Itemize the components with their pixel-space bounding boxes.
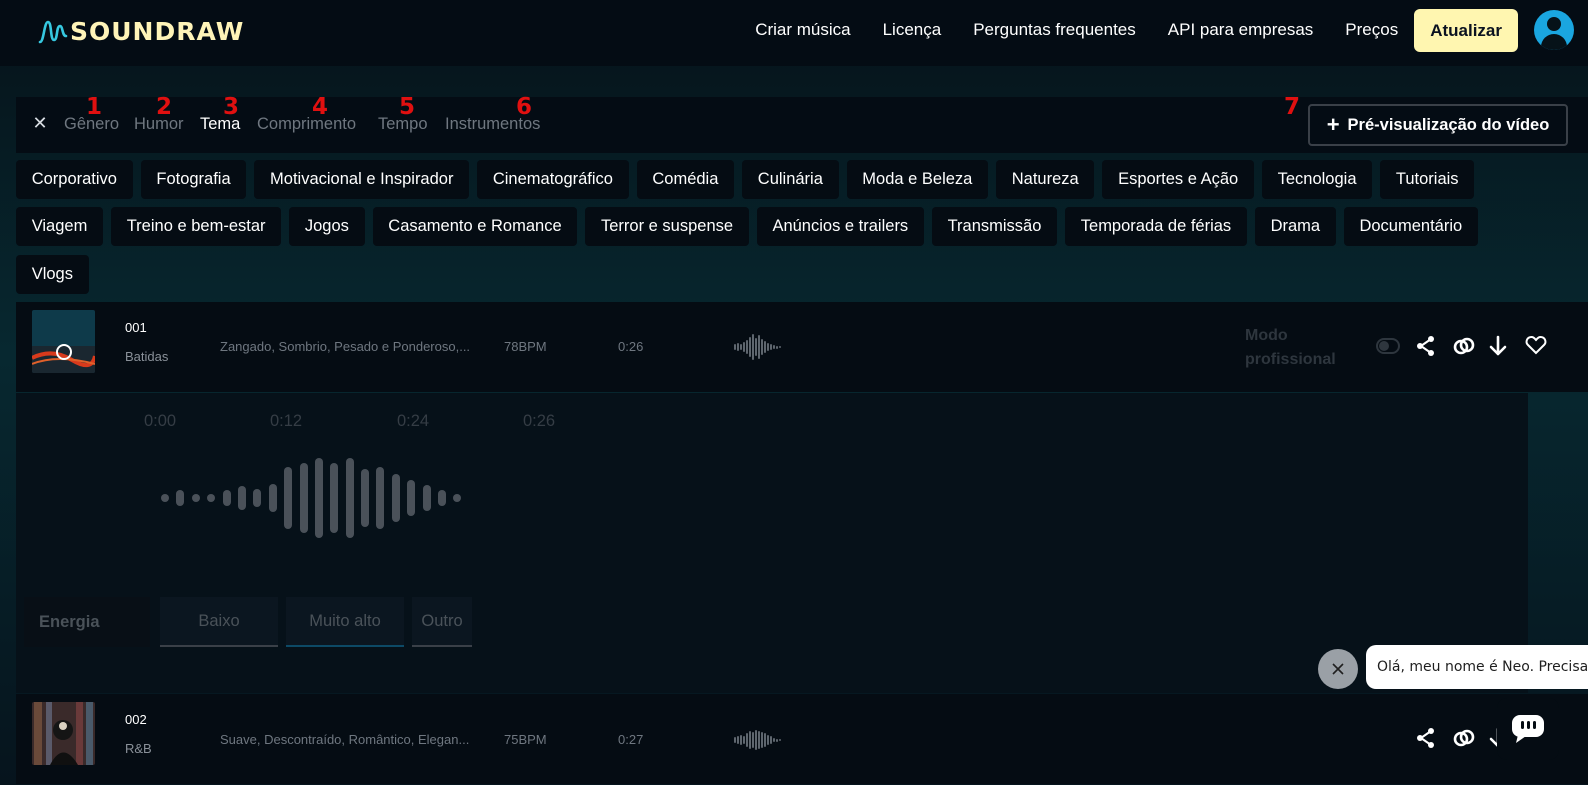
soundraw-logo-icon [38,20,68,44]
theme-chip[interactable]: Tutoriais [1380,160,1475,199]
heart-icon[interactable] [1524,333,1548,357]
theme-chip[interactable]: Transmissão [931,207,1058,246]
tab-theme[interactable]: Tema [200,115,240,134]
tab-genre[interactable]: Gênero [64,115,119,134]
theme-chip[interactable]: Fotografia [140,160,247,199]
theme-chip[interactable]: Casamento e Romance [372,207,578,246]
theme-chip[interactable]: Corporativo [16,160,133,199]
tab-mood[interactable]: Humor [134,115,184,134]
user-avatar-icon[interactable] [1534,10,1574,50]
tab-tempo[interactable]: Tempo [378,115,428,134]
nav-pricing[interactable]: Preços [1345,20,1398,40]
theme-chip[interactable]: Motivacional e Inspirador [254,160,470,199]
large-waveform[interactable] [161,453,469,543]
theme-chip[interactable]: Viagem [16,207,104,246]
video-preview-label: Pré-visualização do vídeo [1347,115,1550,134]
track-cover[interactable] [32,702,95,765]
energy-option[interactable]: Muito alto [286,597,404,647]
theme-chip[interactable]: Tecnologia [1261,160,1373,199]
nav-license[interactable]: Licença [883,20,942,40]
time-marker: 0:26 [523,412,556,430]
share-icon[interactable] [1414,334,1438,358]
share-icon[interactable] [1414,726,1438,750]
track-bpm: 75BPM [504,732,547,747]
top-header: SOUNDRAW Criar música Licença Perguntas … [0,0,1588,66]
video-preview-button[interactable]: + Pré-visualização do vídeo [1308,104,1568,146]
track-genre: Batidas [125,349,169,364]
theme-chip[interactable]: Drama [1254,207,1336,246]
chat-close-button[interactable] [1318,649,1358,689]
plus-icon: + [1326,112,1340,137]
theme-chip[interactable]: Culinária [742,160,839,199]
mini-waveform[interactable] [734,332,782,362]
chat-launcher-button[interactable] [1497,698,1559,760]
nav-faq[interactable]: Perguntas frequentes [973,20,1136,40]
time-marker: 0:12 [270,412,303,430]
chip-row: Vlogs [16,255,97,294]
track-cover[interactable] [32,310,95,373]
theme-chip[interactable]: Natureza [996,160,1095,199]
tab-number: 7 [1284,94,1301,120]
close-filter-icon[interactable]: ✕ [30,113,50,133]
chat-icon [1512,715,1544,743]
cover-art-image [32,310,95,373]
tab-instruments[interactable]: Instrumentos [445,115,540,134]
track-number: 001 [125,320,147,335]
time-marker: 0:24 [397,412,430,430]
theme-chip[interactable]: Anúncios e trailers [756,207,924,246]
theme-chip[interactable]: Terror e suspense [585,207,749,246]
energy-option[interactable]: Outro [412,597,472,647]
upgrade-button[interactable]: Atualizar [1414,8,1518,52]
theme-chip[interactable]: Jogos [289,207,365,246]
close-icon [1332,663,1344,675]
theme-chip[interactable]: Documentário [1343,207,1478,246]
track-expanded-panel: 0:00 0:12 0:24 0:26 Energia Baixo Muito … [16,393,1528,693]
track-tags: Zangado, Sombrio, Pesado e Ponderoso,... [220,339,471,354]
nav-api[interactable]: API para empresas [1168,20,1314,40]
theme-chip[interactable]: Moda e Beleza [846,160,989,199]
time-marker: 0:00 [144,412,177,430]
pro-mode-toggle[interactable] [1376,338,1400,354]
link-icon[interactable] [1452,334,1476,358]
track-bpm: 78BPM [504,339,547,354]
energy-label: Energia [24,597,150,647]
track-row[interactable]: 002 R&B Suave, Descontraído, Romântico, … [16,694,1588,784]
chip-row: Corporativo Fotografia Motivacional e In… [16,160,1482,199]
tab-length[interactable]: Comprimento [257,115,356,134]
cover-art-image [32,702,95,765]
theme-chip[interactable]: Vlogs [16,255,89,294]
energy-option[interactable]: Baixo [160,597,278,647]
mini-waveform[interactable] [734,725,782,755]
nav-create-music[interactable]: Criar música [755,20,850,40]
theme-chip[interactable]: Treino e bem-estar [111,207,282,246]
track-genre: R&B [125,741,152,756]
main-nav: Criar música Licença Perguntas frequente… [755,0,1588,60]
track-row[interactable]: 001 Batidas Zangado, Sombrio, Pesado e P… [16,302,1588,392]
chip-row: Viagem Treino e bem-estar Jogos Casament… [16,207,1486,246]
track-duration: 0:26 [618,339,644,354]
theme-chip[interactable]: Temporada de férias [1065,207,1247,246]
download-icon[interactable] [1486,334,1510,358]
link-icon[interactable] [1452,726,1476,750]
pro-mode-label: Modo profissional [1245,327,1336,368]
theme-chip[interactable]: Cinematográfico [477,160,629,199]
track-tags: Suave, Descontraído, Romântico, Elegan..… [220,732,470,747]
logo[interactable]: SOUNDRAW [38,14,244,48]
track-number: 002 [125,712,147,727]
track-duration: 0:27 [618,732,644,747]
theme-chip[interactable]: Comédia [636,160,735,199]
theme-chip[interactable]: Esportes e Ação [1102,160,1254,199]
chat-message-bubble[interactable]: Olá, meu nome é Neo. Precisa [1366,645,1588,689]
logo-text: SOUNDRAW [70,16,245,46]
